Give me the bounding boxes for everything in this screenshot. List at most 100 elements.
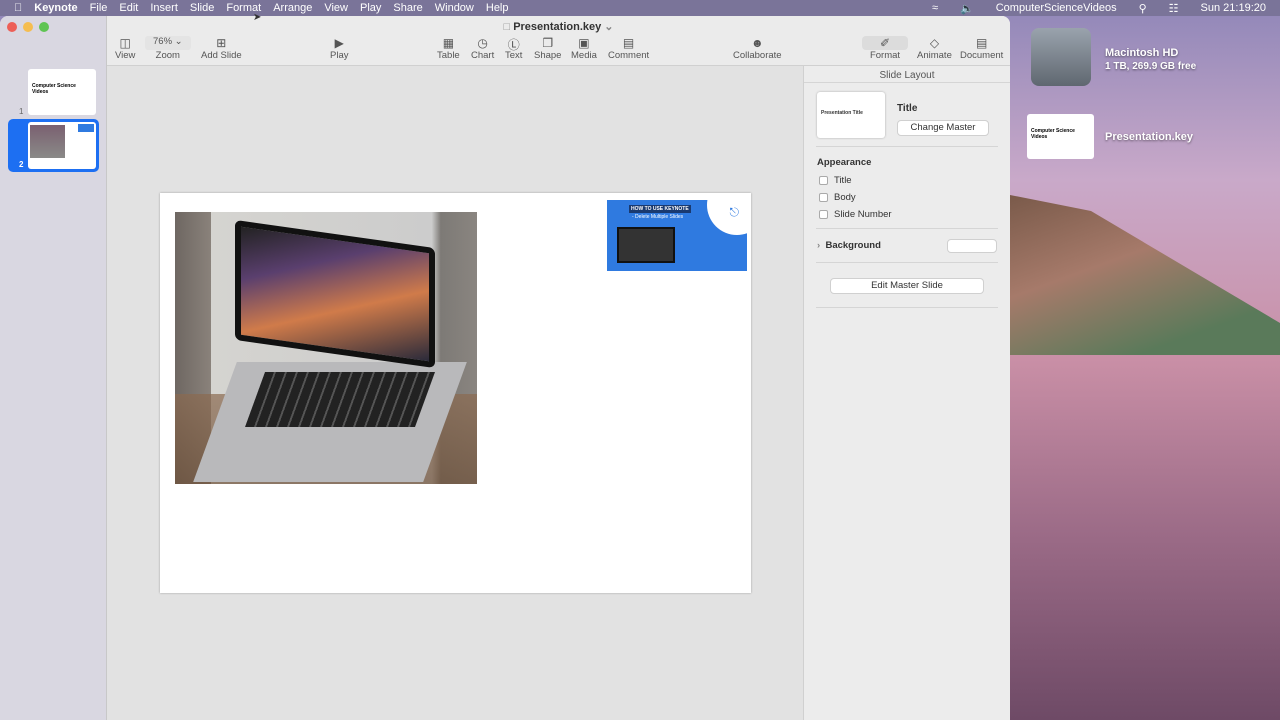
chart-icon: ◷ [477,36,488,50]
view-button[interactable]: ◫ View [115,36,135,61]
apple-icon[interactable]:  [14,2,22,14]
table-icon: ▦ [442,36,455,50]
file-thumb-title: Computer Science Videos [1031,128,1075,140]
background-disclosure[interactable]: › Background [817,240,881,251]
search-icon[interactable]: ⚲ [1139,2,1147,15]
collaborate-icon: ☻ [750,36,764,50]
disk-name[interactable]: Macintosh HD [1105,47,1178,59]
menu-edit[interactable]: Edit [119,2,138,14]
add-slide-button[interactable]: ⊞ Add Slide [201,36,242,61]
document-button[interactable]: ▤ Document [960,36,1003,61]
edit-master-slide-button[interactable]: Edit Master Slide [830,278,984,294]
comment-label: Comment [608,50,650,61]
tutorial-thumbnail-image[interactable]: HOW TO USE KEYNOTE - Delete Multiple Sli… [607,200,747,271]
text-icon: Ⓛ [507,38,520,52]
volume-icon[interactable]: 🔈 [960,2,974,15]
window-title[interactable]: Presentation.key [513,21,601,33]
title-checkbox[interactable]: Title [819,175,852,186]
background-label: Background [825,240,881,251]
zoom-button[interactable] [39,22,49,32]
document-icon: □ [503,21,514,33]
play-button[interactable]: ▶ Play [330,36,348,61]
thumb-image [78,124,94,132]
format-button[interactable]: ✐ Format [862,36,908,61]
media-icon: ▣ [578,36,590,50]
menu-view[interactable]: View [324,2,348,14]
thumbnail-title: HOW TO USE KEYNOTE [629,205,691,213]
table-button[interactable]: ▦ Table [437,36,460,61]
add-slide-icon: ⊞ [216,36,227,50]
slide-thumb-2[interactable]: 2 [8,119,99,172]
layout-name: Title [897,103,918,114]
wifi-icon[interactable]: ≈ [932,2,938,14]
layout-thumb-title: Presentation Title [821,110,863,116]
user-name[interactable]: ComputerScienceVideos [996,2,1117,14]
add-slide-label: Add Slide [201,50,242,61]
keynote-window: 1 Computer Science Videos 2 □ Presentati… [0,16,1010,720]
layout-thumbnail[interactable]: Presentation Title [817,92,885,138]
sidebar-icon: ◫ [119,36,131,50]
document-label: Document [960,50,1004,61]
chart-label: Chart [471,50,495,61]
slide-canvas[interactable]: HOW TO USE KEYNOTE - Delete Multiple Sli… [107,66,803,720]
menu-app[interactable]: Keynote [34,2,77,14]
comment-button[interactable]: ▤ Comment [608,36,649,61]
slide-number: 2 [19,160,24,169]
body-checkbox[interactable]: Body [819,192,856,203]
collaborate-label: Collaborate [733,50,782,61]
inspector-header: Slide Layout [879,70,935,81]
laptop-photo[interactable] [175,212,477,484]
play-label: Play [330,50,349,61]
checkbox-label: Slide Number [834,209,892,220]
slide-thumb-title: Computer Science Videos [32,83,76,95]
thumbnail-subtitle: - Delete Multiple Slides [632,214,684,220]
menu-play[interactable]: Play [360,2,381,14]
menu-arrange[interactable]: Arrange [273,2,312,14]
chart-button[interactable]: ◷ Chart [471,36,494,61]
document-icon: ▤ [975,36,988,50]
menu-slide[interactable]: Slide [190,2,214,14]
thumb-photo [30,125,65,158]
mouse-cursor: ➤ [253,12,262,23]
menu-share[interactable]: Share [393,2,422,14]
zoom-dropdown[interactable]: 76% ⌄ Zoom [145,36,191,61]
zoom-value: 76% [153,36,173,47]
file-name[interactable]: Presentation.key [1105,131,1193,143]
slide-thumb-1[interactable]: Computer Science Videos [28,69,96,115]
media-label: Media [571,50,597,61]
checkbox-label: Body [834,192,856,203]
shape-icon: ❐ [542,36,554,50]
shape-button[interactable]: ❐ Shape [534,36,561,61]
text-button[interactable]: Ⓛ Text [505,36,522,61]
toolbar: □ Presentation.key ⌄ ◫ View 76% ⌄ Zoom ⊞ Ad… [107,16,1010,66]
menu-help[interactable]: Help [486,2,509,14]
format-inspector: Slide Layout Presentation Title Title Ch… [803,66,1010,720]
close-button[interactable] [7,22,17,32]
clock[interactable]: Sun 21:19:20 [1201,2,1266,14]
zoom-label: Zoom [155,50,180,61]
slide-navigator: 1 Computer Science Videos 2 [0,16,107,720]
paintbrush-icon: ✐ [862,36,908,50]
text-label: Text [505,50,523,61]
desktop-cliff [1010,195,1280,355]
minimize-button[interactable] [23,22,33,32]
collaborate-button[interactable]: ☻ Collaborate [733,36,782,61]
menu-window[interactable]: Window [435,2,474,14]
disk-info: 1 TB, 269.9 GB free [1105,61,1197,72]
menu-insert[interactable]: Insert [150,2,178,14]
file-icon[interactable]: Computer Science Videos [1027,114,1094,159]
slide[interactable]: HOW TO USE KEYNOTE - Delete Multiple Sli… [160,193,751,593]
menu-file[interactable]: File [90,2,108,14]
slide-number-checkbox[interactable]: Slide Number [819,209,892,220]
menu-bar:  Keynote File Edit Insert Slide Format … [0,0,1280,16]
comment-icon: ▤ [622,36,635,50]
background-color-well[interactable] [947,239,997,253]
animate-icon: ◇ [929,36,940,50]
animate-button[interactable]: ◇ Animate [917,36,952,61]
change-master-button[interactable]: Change Master [897,120,989,136]
control-center-icon[interactable]: ☷ [1169,2,1179,15]
format-label: Format [869,50,901,61]
media-button[interactable]: ▣ Media [571,36,597,61]
disk-icon[interactable] [1031,28,1091,86]
play-icon: ▶ [334,36,344,50]
